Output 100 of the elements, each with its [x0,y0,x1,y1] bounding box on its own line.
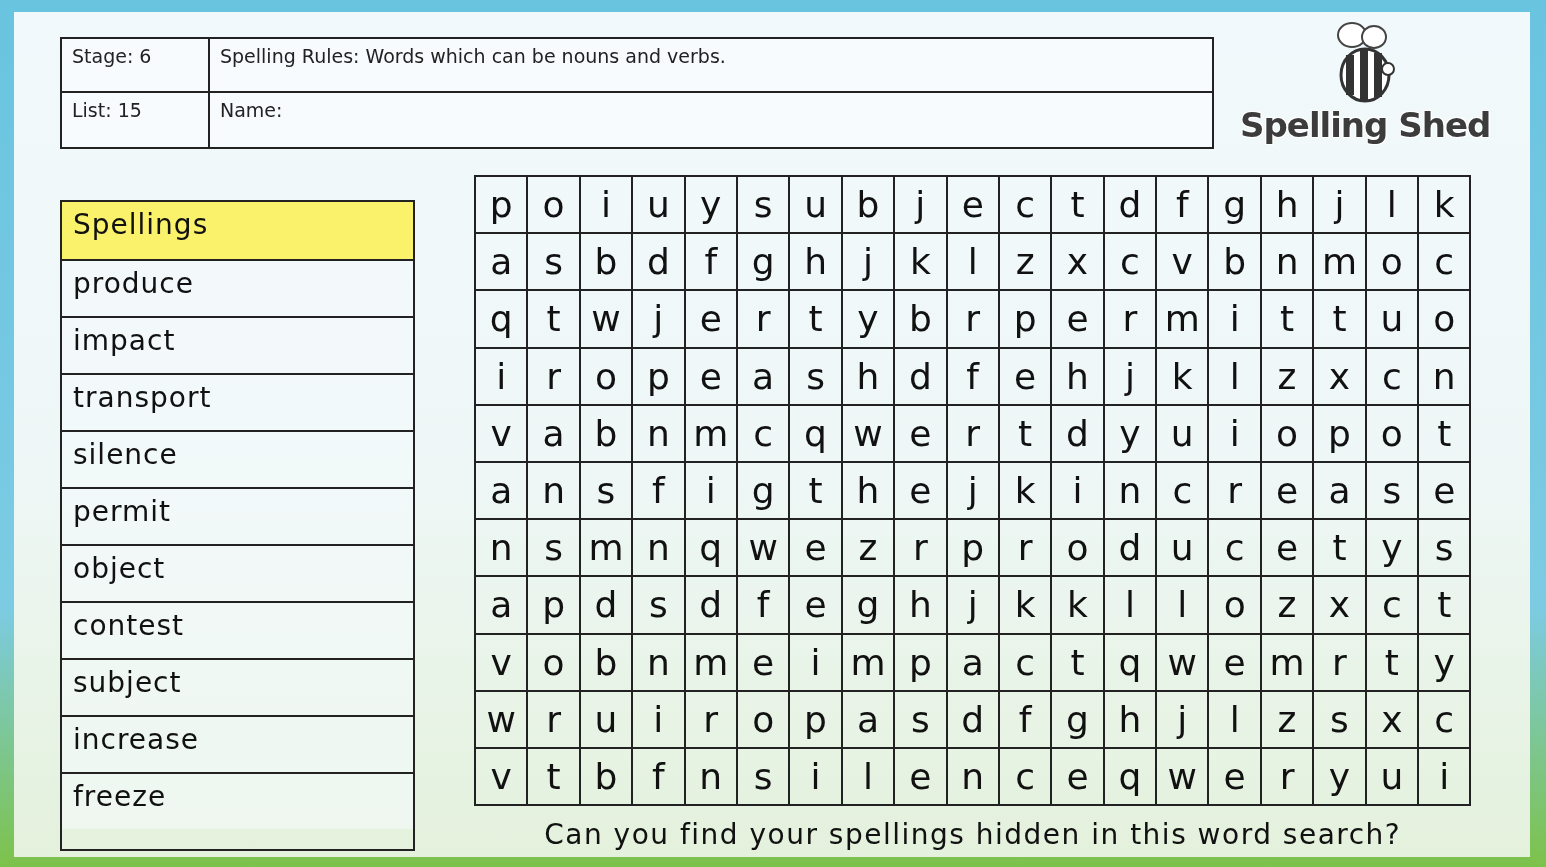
letter-cell: n [633,634,686,692]
letter-cell: f [947,348,1000,406]
letter-cell: n [633,520,686,578]
letter-cell: s [737,177,791,235]
letter-cell: r [1261,748,1315,807]
letter-cell: g [1209,177,1262,235]
letter-cell: j [947,577,1000,635]
letter-cell: y [842,291,896,349]
letter-cell: e [1261,520,1315,578]
letter-cell: z [1261,691,1315,749]
letter-cell: d [580,577,634,635]
letter-cell: o [528,177,581,235]
letter-cell: s [895,691,948,749]
letter-cell: c [1419,234,1472,292]
letter-cell: t [790,291,843,349]
letter-cell: e [685,348,738,406]
letter-cell: k [999,577,1053,635]
letter-cell: a [947,634,1000,692]
letter-cell: m [1157,291,1210,349]
letter-cell: f [999,691,1053,749]
letter-cell: p [528,577,581,635]
letter-cell: c [1157,462,1210,521]
letter-cell: a [842,691,896,749]
letter-cell: l [1209,348,1262,406]
letter-cell: n [528,462,581,521]
letter-cell: d [895,348,948,406]
logo-text: Spelling Shed [1240,105,1491,145]
letter-cell: x [1366,691,1420,749]
letter-cell: e [895,462,948,521]
letter-cell: e [737,634,791,692]
letter-cell: j [947,462,1000,521]
letter-cell: s [737,748,791,807]
letter-cell: f [633,462,686,521]
letter-cell: y [1366,520,1420,578]
letter-cell: q [476,291,529,349]
letter-cell: c [1209,520,1262,578]
letter-cell: y [1104,405,1158,463]
letter-cell: c [999,748,1053,807]
letter-cell: u [1366,291,1420,349]
letter-cell: g [737,234,791,292]
letter-cell: k [895,234,948,292]
letter-cell: n [1419,348,1472,406]
letter-cell: j [1104,348,1158,406]
letter-cell: r [737,291,791,349]
letter-cell: y [685,177,738,235]
letter-cell: m [580,520,634,578]
letter-cell: c [1104,234,1158,292]
letter-cell: o [1052,520,1105,578]
letter-cell: o [737,691,791,749]
instruction-text: Can you find your spellings hidden in this word search? [544,818,1402,852]
letter-cell: h [1261,177,1315,235]
letter-cell: d [1104,520,1158,578]
letter-cell: h [842,462,896,521]
letter-cell: u [633,177,686,235]
letter-cell: a [1314,462,1367,521]
letter-cell: v [476,634,529,692]
letter-cell: k [1157,348,1210,406]
letter-cell: u [1366,748,1420,807]
letter-cell: l [1366,177,1420,235]
letter-cell: c [1366,577,1420,635]
letter-cell: v [1157,234,1210,292]
letter-cell: h [790,234,843,292]
letter-cell: j [633,291,686,349]
letter-cell: h [895,577,948,635]
letter-cell: p [895,634,948,692]
letter-cell: t [1419,405,1472,463]
letter-cell: k [1419,177,1472,235]
letter-cell: e [999,348,1053,406]
letter-cell: n [476,520,529,578]
letter-cell: e [947,177,1000,235]
letter-cell: e [895,405,948,463]
letter-cell: s [790,348,843,406]
letter-cell: e [1419,462,1472,521]
letter-cell: r [1314,634,1367,692]
letter-cell: d [1052,405,1105,463]
letter-cell: c [999,177,1053,235]
letter-cell: n [1261,234,1315,292]
letter-cell: p [476,177,529,235]
letter-cell: t [528,748,581,807]
letter-cell: z [842,520,896,578]
letter-cell: i [685,462,738,521]
letter-cell: o [1366,234,1420,292]
spelling-word: produce [62,259,413,316]
letter-cell: d [633,234,686,292]
letter-cell: a [476,234,529,292]
letter-cell: e [685,291,738,349]
letter-cell: i [476,348,529,406]
letter-cell: m [842,634,896,692]
letter-cell: r [1104,291,1158,349]
letter-cell: p [633,348,686,406]
letter-cell: f [737,577,791,635]
letter-cell: w [737,520,791,578]
letter-cell: s [1419,520,1472,578]
letter-cell: t [1052,634,1105,692]
letter-cell: j [895,177,948,235]
letter-cell: c [1366,348,1420,406]
letter-cell: q [1104,634,1158,692]
letter-cell: h [1052,348,1105,406]
letter-cell: t [790,462,843,521]
letter-cell: l [1104,577,1158,635]
